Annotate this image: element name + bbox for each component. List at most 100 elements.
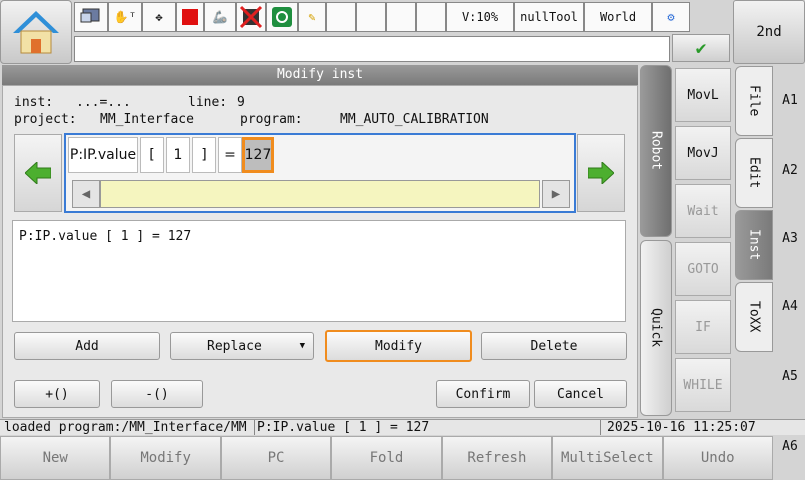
tab-edit-label: Edit <box>746 157 762 189</box>
previous-token-button[interactable] <box>14 134 62 212</box>
bottom-toolbar: New Modify PC Fold Refresh MultiSelect U… <box>0 436 773 480</box>
label-a3[interactable]: A3 <box>775 208 805 268</box>
add-paren-button[interactable]: +() <box>14 380 100 408</box>
command-line-input[interactable] <box>74 36 670 62</box>
tab-quick[interactable]: Quick <box>640 240 672 416</box>
panel-title: Modify inst <box>2 65 638 85</box>
status-datetime: 2025-10-16 11:25:07 <box>600 420 756 435</box>
modify-button[interactable]: Modify <box>325 330 472 362</box>
home-button[interactable] <box>0 0 72 64</box>
tab-toxx[interactable]: ToXX <box>735 282 773 352</box>
inst-value: ...=... <box>76 95 131 110</box>
toolbar-slot-2[interactable] <box>356 2 386 32</box>
tab-quick-label: Quick <box>648 308 664 348</box>
confirm-button[interactable]: Confirm <box>436 380 530 408</box>
cancel-button[interactable]: Cancel <box>534 380 627 408</box>
label-a1[interactable]: A1 <box>775 70 805 130</box>
token-value-selected[interactable]: 127 <box>242 137 274 173</box>
label-a5[interactable]: A5 <box>775 346 805 406</box>
tool-indicator[interactable]: nullTool <box>514 2 584 32</box>
disable-button[interactable] <box>236 2 266 32</box>
label-a2[interactable]: A2 <box>775 140 805 200</box>
refresh-button[interactable]: Refresh <box>441 436 553 480</box>
multiselect-button[interactable]: MultiSelect <box>552 436 663 480</box>
token-index[interactable]: 1 <box>166 137 190 173</box>
tab-inst-label: Inst <box>746 229 762 261</box>
servo-icon <box>272 7 292 27</box>
monitor-icon-button[interactable] <box>74 2 108 32</box>
tab-file-label: File <box>746 85 762 117</box>
tab-robot[interactable]: Robot <box>640 65 672 237</box>
status-current-inst: P:IP.value [ 1 ] = 127 <box>254 420 429 435</box>
robot-arm-icon: 🦾 <box>212 10 228 24</box>
move-mode-button[interactable]: ✥ <box>142 2 176 32</box>
line-label: line: <box>188 95 228 110</box>
toolbar-slot-1[interactable] <box>326 2 356 32</box>
second-function-button[interactable]: 2nd <box>733 0 805 64</box>
checkmark-icon: ✔ <box>695 37 707 59</box>
preview-text: P:IP.value [ 1 ] = 127 <box>19 229 192 244</box>
replace-label: Replace <box>207 338 262 354</box>
bottom-modify-button[interactable]: Modify <box>110 436 221 480</box>
disabled-cross-icon <box>239 5 263 29</box>
toolbar: ✋ᵀ ✥ 🦾 ✎ V:10% nullTool World ⚙ <box>74 2 730 34</box>
label-a4[interactable]: A4 <box>775 276 805 336</box>
home-icon <box>13 11 59 54</box>
tab-file[interactable]: File <box>735 66 773 136</box>
user-button[interactable]: ⚙ <box>652 2 690 32</box>
inst-goto-button[interactable]: GOTO <box>675 242 731 296</box>
scroll-left-button[interactable]: ◀ <box>72 180 100 208</box>
remove-paren-button[interactable]: -() <box>111 380 203 408</box>
robot-arm-button[interactable]: 🦾 <box>204 2 236 32</box>
arrow-right-icon <box>588 162 614 184</box>
next-token-button[interactable] <box>577 134 625 212</box>
frame-text: World <box>599 10 637 24</box>
arrow-left-icon <box>25 162 51 184</box>
delete-button[interactable]: Delete <box>481 332 627 360</box>
jog-hand-button[interactable]: ✋ᵀ <box>108 2 142 32</box>
toolbar-slot-4[interactable] <box>416 2 446 32</box>
inst-label: inst: <box>14 95 54 110</box>
second-label: 2nd <box>756 24 782 40</box>
pen-button[interactable]: ✎ <box>298 2 326 32</box>
user-gear-icon: ⚙ <box>667 10 675 24</box>
tab-robot-label: Robot <box>648 131 664 171</box>
token-variable[interactable]: P:IP.value <box>68 137 138 173</box>
token-scrollbar[interactable] <box>100 180 540 208</box>
confirm-check-button[interactable]: ✔ <box>672 34 730 62</box>
token-close-bracket[interactable]: ] <box>192 137 216 173</box>
inst-while-button[interactable]: WHILE <box>675 358 731 412</box>
hand-icon: ✋ᵀ <box>113 10 137 24</box>
token-equals[interactable]: = <box>218 137 242 173</box>
replace-dropdown[interactable]: Replace ▼ <box>170 332 314 360</box>
undo-button[interactable]: Undo <box>662 436 773 480</box>
servo-button[interactable] <box>266 2 298 32</box>
speed-indicator[interactable]: V:10% <box>446 2 514 32</box>
scroll-right-button[interactable]: ▶ <box>542 180 570 208</box>
pencil-icon: ✎ <box>308 10 316 24</box>
monitor-icon <box>80 8 100 23</box>
scroll-left-icon: ◀ <box>81 186 91 202</box>
project-value: MM_Interface <box>100 112 194 127</box>
stop-button[interactable] <box>176 2 204 32</box>
inst-wait-button[interactable]: Wait <box>675 184 731 238</box>
fold-button[interactable]: Fold <box>331 436 442 480</box>
frame-indicator[interactable]: World <box>584 2 652 32</box>
pc-button[interactable]: PC <box>220 436 332 480</box>
inst-movj-button[interactable]: MovJ <box>675 126 731 180</box>
status-message: loaded program:/MM_Interface/MM <box>4 420 247 435</box>
inst-if-button[interactable]: IF <box>675 300 731 354</box>
new-button[interactable]: New <box>0 436 111 480</box>
dropdown-arrow-icon: ▼ <box>299 341 305 351</box>
add-button[interactable]: Add <box>14 332 160 360</box>
move-arrows-icon: ✥ <box>155 10 163 24</box>
tab-inst[interactable]: Inst <box>735 210 773 280</box>
project-label: project: <box>14 112 77 127</box>
program-label: program: <box>240 112 303 127</box>
inst-movl-button[interactable]: MovL <box>675 68 731 122</box>
status-bar: loaded program:/MM_Interface/MM P:IP.val… <box>0 419 805 435</box>
tab-edit[interactable]: Edit <box>735 138 773 208</box>
token-open-bracket[interactable]: [ <box>140 137 164 173</box>
tab-toxx-label: ToXX <box>746 301 762 333</box>
toolbar-slot-3[interactable] <box>386 2 416 32</box>
